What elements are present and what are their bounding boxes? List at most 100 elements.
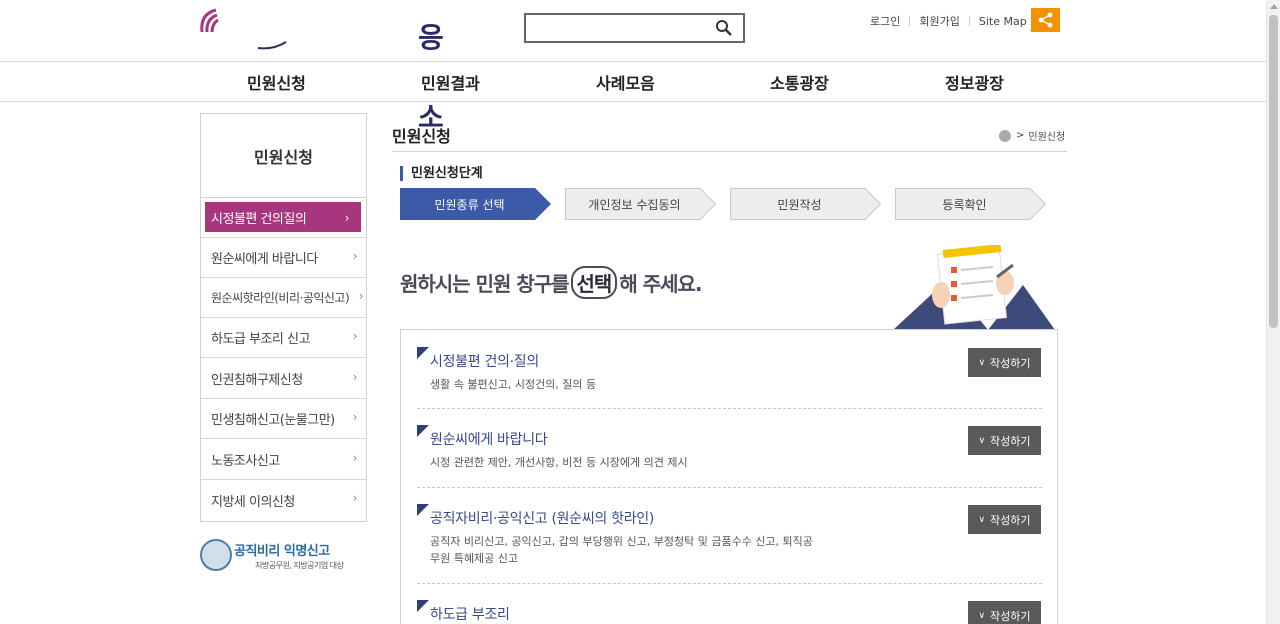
sidebar-item-local-tax[interactable]: 지방세 이의신청 › bbox=[201, 480, 366, 520]
step-label: 민원작성 bbox=[777, 197, 822, 212]
util-divider bbox=[909, 16, 911, 26]
sitemap-link[interactable]: Site Map bbox=[979, 15, 1027, 28]
write-button[interactable]: ∨ 작성하기 bbox=[968, 426, 1041, 455]
item-divider bbox=[417, 487, 1042, 488]
sidebar-item-label: 하도급 부조리 신고 bbox=[211, 332, 310, 347]
chevron-right-icon: › bbox=[352, 329, 358, 343]
share-icon bbox=[1038, 12, 1053, 28]
main-nav: 민원신청 민원결과 사례모음 소통광장 정보광장 bbox=[0, 61, 1266, 102]
page-title: 민원신청 bbox=[392, 127, 451, 146]
chevron-down-icon: ∨ bbox=[978, 357, 986, 368]
write-button-label: 작성하기 bbox=[990, 513, 1031, 527]
item-title[interactable]: 시정불편 건의·질의 bbox=[430, 351, 539, 371]
item-title[interactable]: 공직자비리·공익신고 (원순씨의 핫라인) bbox=[430, 508, 654, 528]
search-input[interactable] bbox=[530, 18, 710, 38]
seoul-emblem-icon bbox=[200, 539, 232, 571]
signup-link[interactable]: 회원가입 bbox=[919, 13, 959, 29]
nav-item-apply[interactable]: 민원신청 bbox=[247, 70, 306, 94]
sidebar-item-hotline[interactable]: 원순씨핫라인(비리·공익신고) › bbox=[201, 278, 366, 318]
sidebar-item-subcontract[interactable]: 하도급 부조리 신고 › bbox=[201, 318, 366, 358]
login-link[interactable]: 로그인 bbox=[870, 13, 900, 29]
sidebar-item-label: 노동조사신고 bbox=[211, 454, 280, 469]
item-title[interactable]: 하도급 부조리 bbox=[430, 604, 510, 624]
write-button-label: 작성하기 bbox=[990, 434, 1031, 448]
banner-text-before: 원하시는 민원 창구를 bbox=[400, 272, 570, 296]
step-label: 개인정보 수집동의 bbox=[588, 197, 681, 212]
sidebar-title: 민원신청 bbox=[201, 114, 366, 198]
sidebar-item-label: 원순씨핫라인(비리·공익신고) bbox=[211, 291, 350, 305]
sidebar: 민원신청 시정불편 건의질의 › 원순씨에게 바랍니다 › 원순씨핫라인(비리·공익… bbox=[200, 113, 367, 522]
sidebar-item-labor[interactable]: 노동조사신고 › bbox=[201, 440, 366, 480]
nav-item-info[interactable]: 정보광장 bbox=[945, 70, 1004, 94]
search-icon[interactable] bbox=[715, 19, 733, 37]
chevron-right-icon: › bbox=[352, 451, 358, 465]
nav-item-cases[interactable]: 사례모음 bbox=[596, 70, 655, 94]
page: 응답소 로그인 회원가입 Site Map bbox=[0, 0, 1280, 624]
chevron-right-icon: › bbox=[352, 249, 358, 263]
breadcrumb-separator: > bbox=[1016, 130, 1025, 141]
site-logo[interactable]: 응답소 bbox=[198, 4, 444, 134]
chevron-right-icon: › bbox=[358, 289, 364, 303]
select-window-banner: 원하시는 민원 창구를 선택 해 주세요. bbox=[400, 266, 703, 299]
sidebar-item-label: 지방세 이의신청 bbox=[211, 494, 295, 510]
logo-signal-icon bbox=[200, 8, 287, 50]
nav-item-community[interactable]: 소통광장 bbox=[770, 70, 829, 94]
util-divider bbox=[968, 16, 970, 26]
item-divider bbox=[417, 408, 1042, 409]
item-description: 생활 속 불편신고, 시정건의, 질의 등 bbox=[430, 378, 597, 391]
complaint-window-list: 시정불편 건의·질의 생활 속 불편신고, 시정건의, 질의 등 ∨ 작성하기 원… bbox=[400, 329, 1058, 624]
share-button[interactable] bbox=[1031, 8, 1060, 32]
step-label: 등록확인 bbox=[942, 197, 987, 212]
step-label: 민원종류 선택 bbox=[434, 197, 505, 212]
home-icon[interactable] bbox=[999, 129, 1011, 142]
item-description: 공직자 비리신고, 공익신고, 갑의 부당행위 신고, 부정청탁 및 금품수수 … bbox=[430, 535, 813, 565]
write-button[interactable]: ∨ 작성하기 bbox=[968, 601, 1041, 624]
page-scrollbar[interactable] bbox=[1266, 0, 1280, 624]
sidebar-item-mayor[interactable]: 원순씨에게 바랍니다 › bbox=[201, 238, 366, 278]
anon-report-title: 공직비리 익명신고 bbox=[234, 544, 330, 559]
chevron-right-icon: › bbox=[344, 211, 350, 225]
chevron-right-icon: › bbox=[352, 491, 358, 505]
write-button-label: 작성하기 bbox=[990, 356, 1031, 370]
sidebar-item-label: 시정불편 건의질의 bbox=[211, 211, 307, 227]
anonymous-report-banner[interactable]: 공직비리 익명신고 지방공무원, 지방공기업 대상 bbox=[200, 538, 370, 578]
sidebar-item-livelihood[interactable]: 민생침해신고(눈물그만) › bbox=[201, 399, 366, 439]
step-4-confirm: 등록확인 bbox=[895, 188, 1046, 220]
breadcrumb: > 민원신청 bbox=[999, 128, 1065, 143]
item-title[interactable]: 원순씨에게 바랍니다 bbox=[430, 429, 548, 449]
sidebar-item-label: 원순씨에게 바랍니다 bbox=[211, 252, 318, 267]
scroll-thumb[interactable] bbox=[1269, 15, 1278, 328]
scroll-up-icon[interactable] bbox=[1270, 4, 1278, 9]
item-description: 시정 관련한 제안, 개선사항, 비전 등 시장에게 의견 제시 bbox=[430, 456, 688, 469]
nav-item-result[interactable]: 민원결과 bbox=[421, 70, 480, 94]
bullet-triangle-icon bbox=[417, 347, 429, 359]
chevron-down-icon: ∨ bbox=[978, 610, 986, 621]
sidebar-item-human-rights[interactable]: 인권침해구제신청 › bbox=[201, 359, 366, 399]
write-button[interactable]: ∨ 작성하기 bbox=[968, 505, 1041, 534]
banner-text-after: 해 주세요. bbox=[619, 272, 702, 296]
chevron-down-icon: ∨ bbox=[978, 514, 986, 525]
chevron-down-icon: ∨ bbox=[978, 435, 986, 446]
header: 응답소 로그인 회원가입 Site Map bbox=[0, 0, 1266, 134]
bullet-triangle-icon bbox=[417, 600, 429, 612]
sidebar-item-label: 민생침해신고(눈물그만) bbox=[211, 413, 335, 428]
bullet-triangle-icon bbox=[417, 504, 429, 516]
title-divider bbox=[392, 151, 1067, 152]
write-button[interactable]: ∨ 작성하기 bbox=[968, 348, 1041, 377]
step-heading: 민원신청단계 bbox=[400, 166, 483, 181]
breadcrumb-current: 민원신청 bbox=[1028, 132, 1066, 143]
sidebar-item-inconvenience[interactable]: 시정불편 건의질의 › bbox=[201, 198, 366, 238]
chevron-right-icon: › bbox=[352, 370, 358, 384]
search-box bbox=[524, 13, 745, 43]
chevron-right-icon: › bbox=[352, 410, 358, 424]
anon-report-subtitle: 지방공무원, 지방공기업 대상 bbox=[255, 561, 344, 570]
step-2-privacy-consent: 개인정보 수집동의 bbox=[565, 188, 716, 220]
bullet-triangle-icon bbox=[417, 425, 429, 437]
checklist-illustration-icon bbox=[893, 245, 1055, 330]
step-1-select-type: 민원종류 선택 bbox=[400, 188, 551, 220]
write-button-label: 작성하기 bbox=[990, 609, 1031, 623]
banner-highlight: 선택 bbox=[570, 266, 618, 299]
util-nav: 로그인 회원가입 Site Map bbox=[870, 13, 1027, 29]
item-divider bbox=[417, 583, 1042, 584]
sidebar-item-label: 인권침해구제신청 bbox=[211, 373, 303, 388]
